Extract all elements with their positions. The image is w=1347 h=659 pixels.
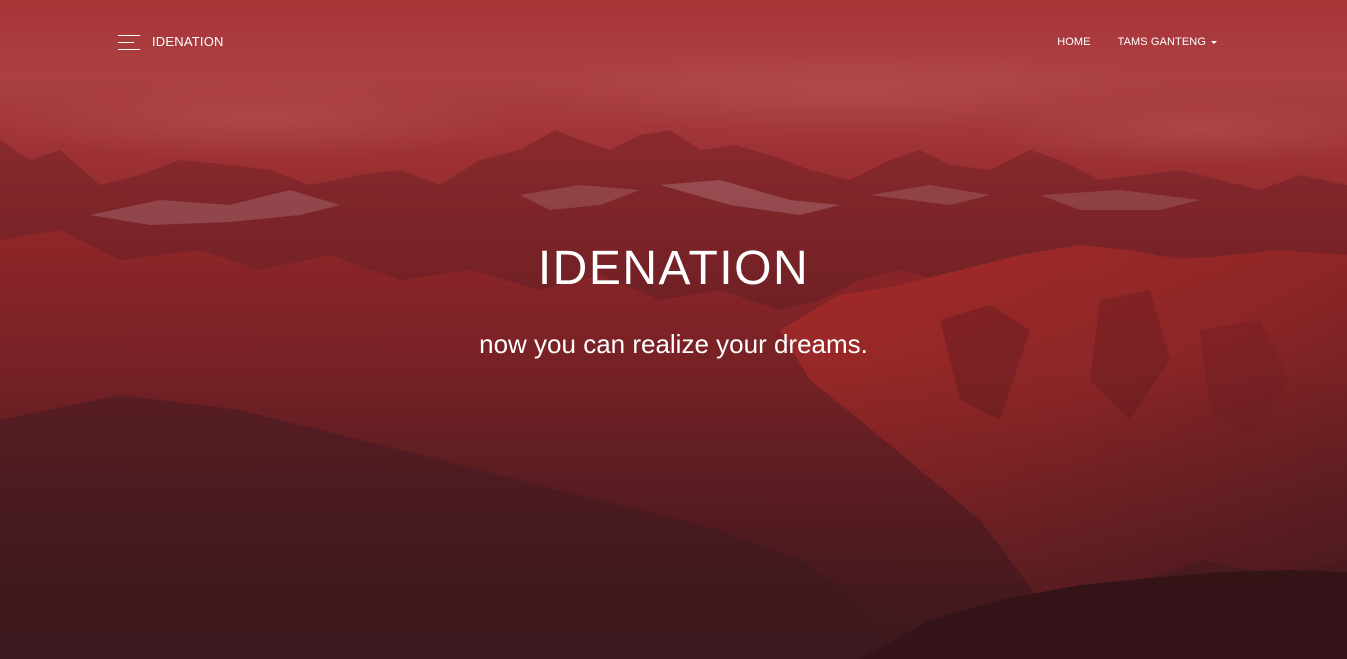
menu-line — [118, 42, 134, 43]
mountain-background-image — [0, 0, 1347, 659]
top-navbar: IDENATION HOME TAMS GANTENG — [0, 0, 1347, 84]
nav-links: HOME TAMS GANTENG — [1057, 35, 1217, 49]
menu-line — [118, 35, 140, 36]
nav-dropdown-label: TAMS GANTENG — [1117, 36, 1206, 48]
caret-down-icon — [1211, 40, 1217, 44]
brand-link[interactable]: IDENATION — [152, 34, 224, 50]
hero-section: IDENATION HOME TAMS GANTENG IDENATION no… — [0, 0, 1347, 659]
menu-line — [118, 49, 140, 50]
nav-dropdown-user[interactable]: TAMS GANTENG — [1118, 35, 1217, 49]
hamburger-menu-icon[interactable] — [118, 33, 142, 53]
nav-link-home[interactable]: HOME — [1057, 35, 1090, 49]
